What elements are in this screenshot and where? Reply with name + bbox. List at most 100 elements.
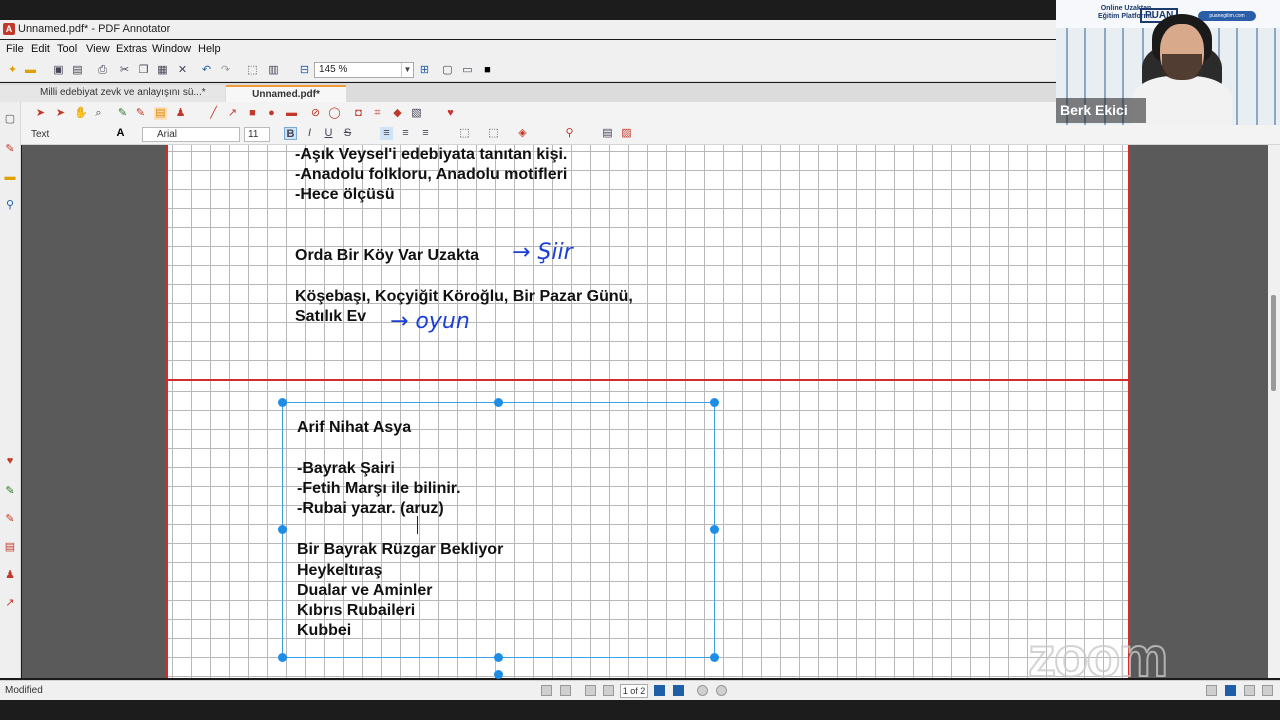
text-line[interactable]: -Anadolu folkloru, Anadolu motifleri (295, 165, 567, 185)
tab-milli-edebiyat[interactable]: Milli edebiyat zevk ve anlayışını sü...* (0, 85, 225, 102)
chevron-down-icon[interactable]: ▼ (401, 63, 413, 77)
text-favorite-icon[interactable]: ▤ (3, 540, 17, 554)
align-left-icon[interactable]: ≡ (380, 127, 393, 140)
font-size-select[interactable]: 11 (244, 127, 270, 142)
favorite-heart-icon[interactable]: ♥ (444, 107, 457, 120)
resize-handle[interactable] (710, 525, 719, 534)
redo-icon[interactable]: ↷ (219, 64, 232, 77)
first-page-icon[interactable] (585, 685, 596, 696)
text-line-satilik[interactable]: Satılık Ev (295, 307, 366, 327)
text-line[interactable]: -Hece ölçüsü (295, 185, 395, 205)
layout-icon[interactable] (541, 685, 552, 696)
page-indicator[interactable]: 1 of 2 (620, 684, 648, 698)
stamp-tool-icon[interactable]: ♟ (174, 107, 187, 120)
select-icon[interactable]: ⬚ (246, 64, 259, 77)
camera-icon[interactable]: ◘ (352, 107, 365, 120)
vertical-scrollbar[interactable] (1268, 145, 1280, 678)
cut-icon[interactable]: ✂ (118, 64, 131, 77)
line-icon[interactable]: ╱ (207, 107, 220, 120)
strikethrough-button[interactable]: S (341, 127, 354, 140)
layout-icon[interactable] (560, 685, 571, 696)
bookmark-icon[interactable]: ✎ (3, 142, 17, 156)
fit-width-icon[interactable]: ▭ (461, 64, 474, 77)
properties-icon[interactable]: ▤ (601, 127, 614, 140)
menu-window[interactable]: Window (152, 43, 191, 55)
grid-view-icon[interactable] (1262, 685, 1273, 696)
underline-button[interactable]: U (322, 127, 335, 140)
attachment-icon[interactable]: ⚲ (3, 198, 17, 212)
align-center-icon[interactable]: ≡ (399, 127, 412, 140)
resize-handle[interactable] (710, 653, 719, 662)
marker-favorite-icon[interactable]: ✎ (3, 512, 17, 526)
resize-handle[interactable] (278, 653, 287, 662)
last-page-icon[interactable] (673, 685, 684, 696)
insert-icon[interactable]: ▧ (410, 107, 423, 120)
menu-tool[interactable]: Tool (57, 43, 77, 55)
fit-page-icon[interactable]: ▢ (441, 64, 454, 77)
delete-icon[interactable]: ✕ (176, 64, 189, 77)
resize-handle[interactable] (494, 653, 503, 662)
scrollbar-thumb[interactable] (1271, 295, 1276, 391)
line-style-icon[interactable]: ⬚ (487, 127, 500, 140)
text-tool-icon[interactable]: ▤ (154, 107, 167, 120)
rotate-handle[interactable] (494, 670, 503, 679)
prev-page-icon[interactable] (603, 685, 614, 696)
clear-format-icon[interactable]: ▨ (620, 127, 633, 140)
text-line-orda[interactable]: Orda Bir Köy Var Uzakta (295, 246, 479, 266)
text-select-icon[interactable]: ➤ (54, 107, 67, 120)
handwriting-oyun[interactable]: → oyun (390, 309, 470, 334)
align-right-icon[interactable]: ≡ (419, 127, 432, 140)
zoom-in-icon[interactable]: ⊞ (418, 64, 431, 77)
paste-icon[interactable]: ▦ (156, 64, 169, 77)
next-page-icon[interactable] (654, 685, 665, 696)
resize-handle[interactable] (278, 398, 287, 407)
handwriting-siir[interactable]: → Şiir (512, 240, 573, 265)
zoom-level-field[interactable]: 145 % ▼ (314, 62, 414, 78)
rectangle-icon[interactable]: ■ (246, 107, 259, 120)
ellipse-icon[interactable]: ● (265, 107, 278, 120)
folder-icon[interactable]: ▬ (3, 170, 17, 184)
arrow-icon[interactable]: ↗ (226, 107, 239, 120)
tab-unnamed[interactable]: Unnamed.pdf* (226, 85, 346, 102)
stamp-icon[interactable]: ▥ (267, 64, 280, 77)
zoom-out-icon[interactable]: ⊟ (298, 64, 311, 77)
save-icon[interactable]: ▣ (52, 64, 65, 77)
back-icon[interactable] (697, 685, 708, 696)
hyperlink-icon[interactable]: ⚲ (563, 127, 576, 140)
crop-icon[interactable]: ⌗ (371, 107, 384, 120)
print-icon[interactable]: ⎙ (96, 64, 109, 77)
font-family-select[interactable]: Arial (142, 127, 240, 142)
page-icon[interactable]: ▢ (3, 112, 17, 126)
fullscreen-icon[interactable]: ■ (481, 64, 494, 77)
text-box-selection[interactable] (282, 402, 715, 658)
border-icon[interactable]: ⬚ (458, 127, 471, 140)
hand-icon[interactable]: ✋ (74, 107, 88, 120)
pen-favorite-icon[interactable]: ✎ (3, 484, 17, 498)
forward-icon[interactable] (716, 685, 727, 696)
stamp-favorite-icon[interactable]: ♟ (3, 568, 17, 582)
link-icon[interactable]: ⊘ (309, 107, 322, 120)
new-document-icon[interactable]: ✦ (6, 64, 19, 77)
fill-color-icon[interactable]: ◈ (516, 127, 529, 140)
menu-extras[interactable]: Extras (116, 43, 147, 55)
font-color-icon[interactable]: A (114, 127, 127, 140)
undo-icon[interactable]: ↶ (200, 64, 213, 77)
continuous-view-icon[interactable] (1225, 685, 1236, 696)
two-page-view-icon[interactable] (1244, 685, 1255, 696)
menu-edit[interactable]: Edit (31, 43, 50, 55)
comment-icon[interactable]: ◯ (328, 107, 341, 120)
favorites-heart-icon[interactable]: ♥ (3, 454, 17, 468)
italic-button[interactable]: I (303, 127, 316, 140)
open-folder-icon[interactable]: ▬ (24, 64, 37, 77)
single-page-view-icon[interactable] (1206, 685, 1217, 696)
arrow-favorite-icon[interactable]: ↗ (3, 596, 17, 610)
pointer-icon[interactable]: ➤ (34, 107, 47, 120)
copy-icon[interactable]: ❐ (137, 64, 150, 77)
marker-icon[interactable]: ✎ (134, 107, 147, 120)
save-as-icon[interactable]: ▤ (71, 64, 84, 77)
pen-icon[interactable]: ✎ (116, 107, 129, 120)
eraser-icon[interactable]: ◆ (391, 107, 404, 120)
magnifier-icon[interactable]: ⌕ (92, 107, 105, 120)
resize-handle[interactable] (494, 398, 503, 407)
text-line-kosebasi[interactable]: Köşebaşı, Koçyiğit Köroğlu, Bir Pazar Gü… (295, 287, 633, 307)
